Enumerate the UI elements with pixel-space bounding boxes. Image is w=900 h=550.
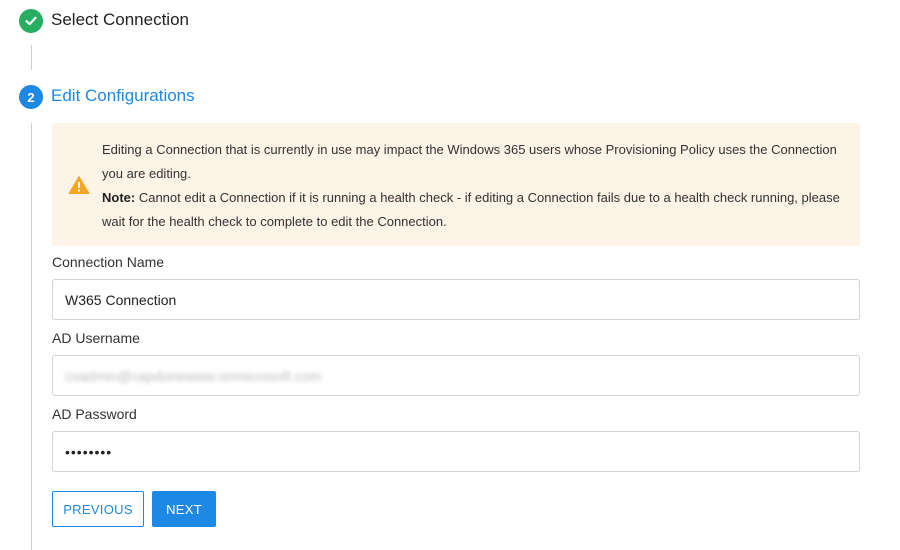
warning-banner: Editing a Connection that is currently i… <box>52 123 860 246</box>
step-connector <box>31 45 32 70</box>
note-label: Note: <box>102 190 136 205</box>
step-title-select-connection[interactable]: Select Connection <box>51 10 189 30</box>
next-button[interactable]: NEXT <box>152 491 216 527</box>
ad-password-input[interactable]: •••••••• <box>52 431 860 472</box>
step-title-edit-configurations: Edit Configurations <box>51 86 195 105</box>
ad-username-value: csadmin@capdonewww.onmicrosoft.com <box>65 367 322 384</box>
warning-message: Editing a Connection that is currently i… <box>102 142 837 181</box>
ad-username-label: AD Username <box>52 330 140 346</box>
check-icon <box>25 16 37 26</box>
previous-button[interactable]: PREVIOUS <box>52 491 144 527</box>
note-text: Cannot edit a Connection if it is runnin… <box>102 190 840 229</box>
warning-text: Editing a Connection that is currently i… <box>102 138 846 234</box>
ad-username-input[interactable]: csadmin@capdonewww.onmicrosoft.com <box>52 355 860 396</box>
warning-icon <box>68 176 90 194</box>
step-number-badge: 2 <box>19 85 43 109</box>
connection-name-label: Connection Name <box>52 254 165 270</box>
connection-name-input[interactable] <box>52 279 860 320</box>
step-connector <box>31 123 32 550</box>
warning-note: Note: Cannot edit a Connection if it is … <box>102 186 846 234</box>
ad-password-label: AD Password <box>52 406 137 422</box>
ad-password-value: •••••••• <box>65 443 113 460</box>
step-complete-badge <box>19 9 43 33</box>
